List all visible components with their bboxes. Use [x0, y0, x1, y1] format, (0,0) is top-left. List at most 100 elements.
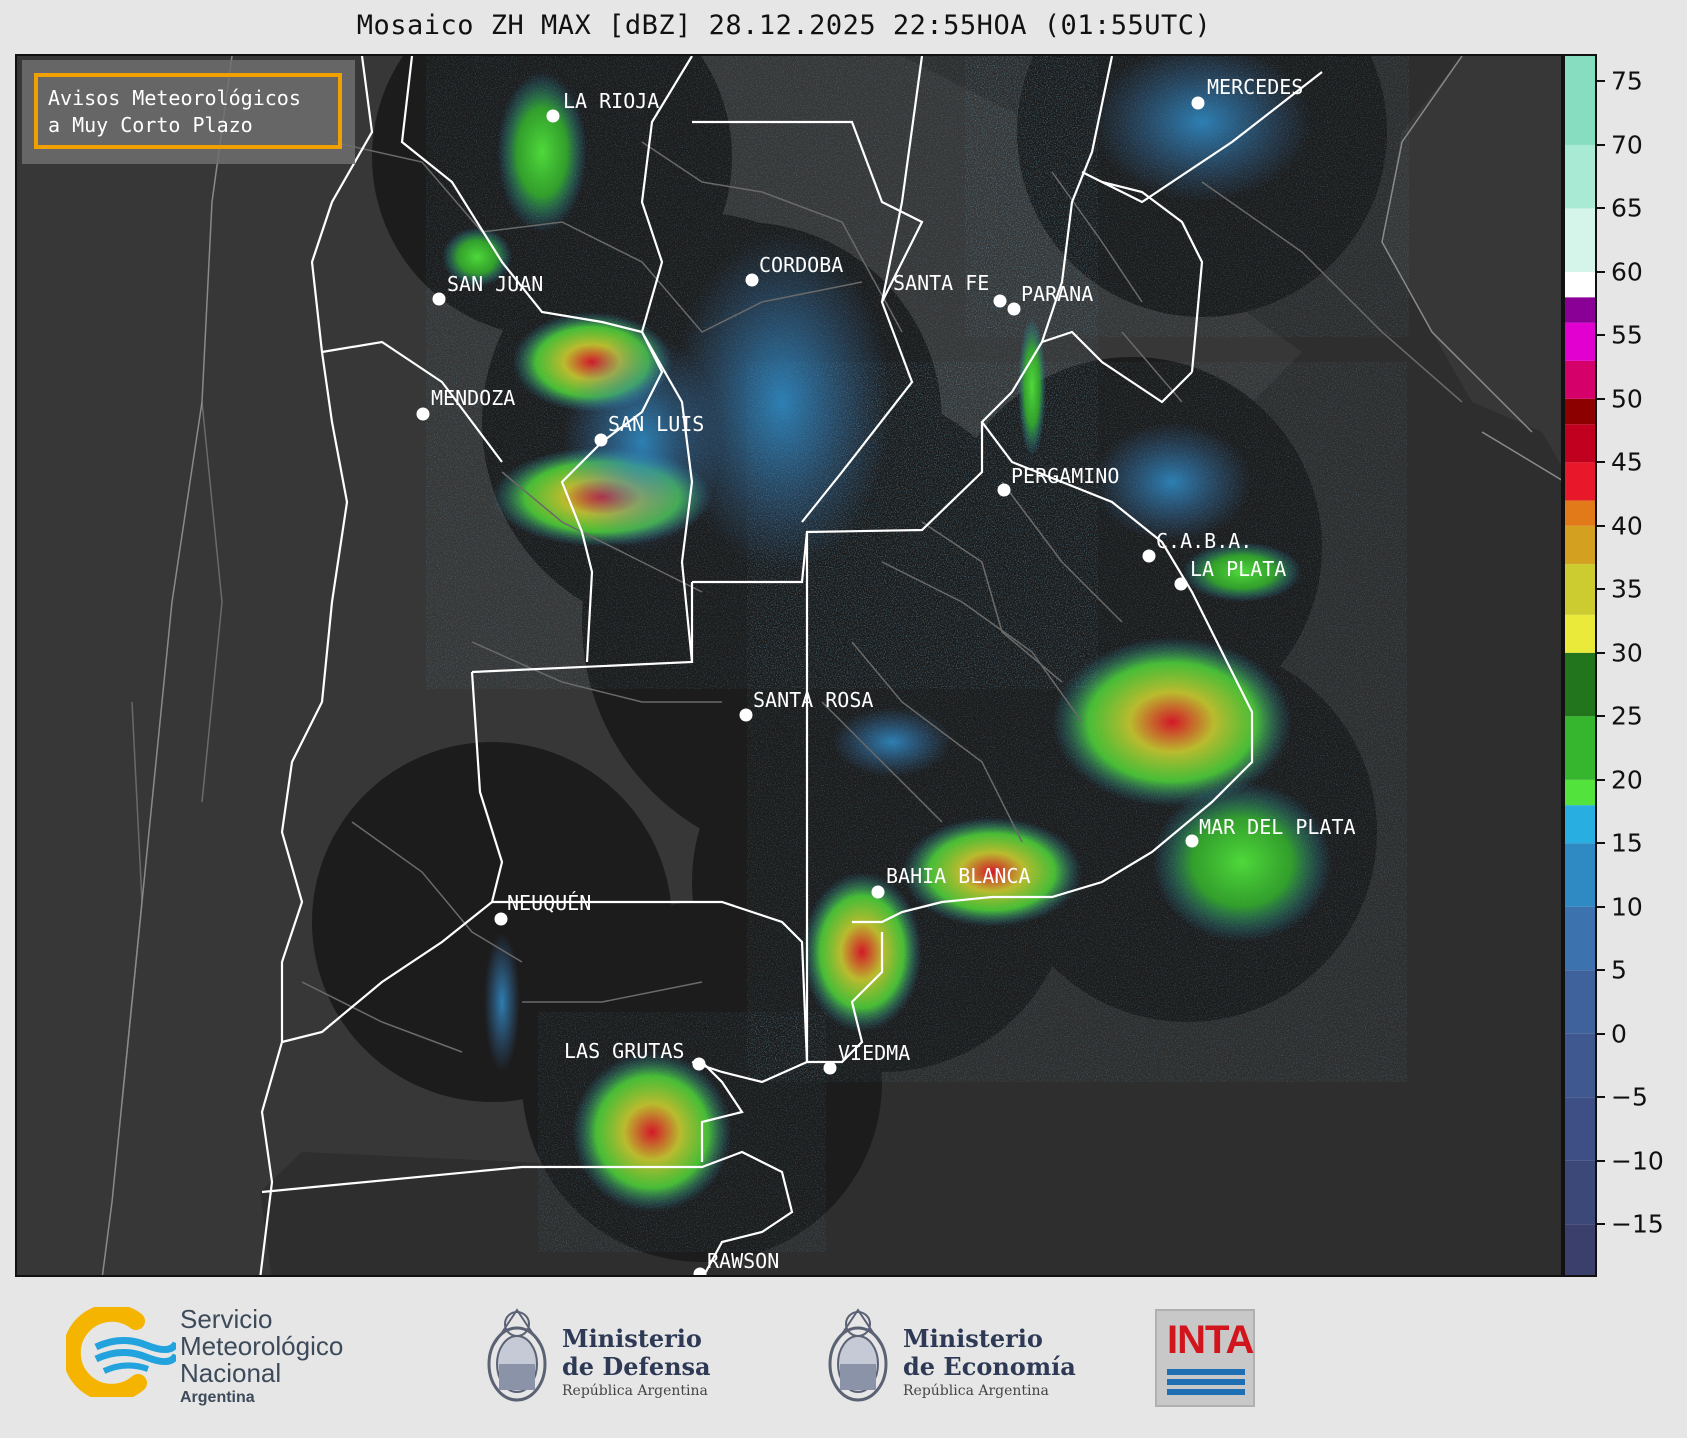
colorbar-tick-label: −10	[1611, 1146, 1664, 1176]
colorbar-segment	[1565, 525, 1595, 564]
colorbar-tick-label: 70	[1611, 130, 1643, 160]
colorbar-segment	[1565, 843, 1595, 907]
radar-map-canvas: LA RIOJA SAN JUAN CORDOBA MENDOZA SAN LU…	[17, 56, 1561, 1277]
warning-badge: Avisos Meteorológicos a Muy Corto Plazo	[34, 73, 342, 149]
defensa-sub: República Argentina	[562, 1383, 708, 1399]
city-label: VIEDMA	[838, 1041, 910, 1065]
city-label: MENDOZA	[431, 386, 515, 410]
coat-of-arms-icon	[487, 1308, 547, 1402]
colorbar-segment	[1565, 271, 1595, 298]
colorbar-tick-label: 40	[1611, 511, 1643, 541]
city-label: RAWSON	[707, 1249, 779, 1273]
map-title: Mosaico ZH MAX [dBZ] 28.12.2025 22:55HOA…	[356, 10, 1212, 41]
colorbar-tick-label: −5	[1611, 1082, 1648, 1112]
colorbar-segment	[1565, 779, 1595, 806]
inta-stripes-icon	[1167, 1369, 1245, 1395]
colorbar-segment	[1565, 970, 1595, 1034]
colorbar-tick-mark	[1597, 143, 1605, 146]
colorbar-segment	[1565, 716, 1595, 780]
smn-country: Argentina	[180, 1389, 255, 1406]
city-label: C.A.B.A.	[1156, 529, 1252, 553]
colorbar	[1563, 54, 1597, 1277]
city-label: SAN JUAN	[447, 272, 543, 296]
badge-line-1: Avisos Meteorológicos	[48, 86, 301, 110]
defensa-line-1: Ministerio	[562, 1324, 702, 1353]
badge-line-2: a Muy Corto Plazo	[48, 113, 253, 137]
coat-of-arms-icon	[828, 1308, 888, 1402]
colorbar-segment	[1565, 360, 1595, 399]
colorbar-tick-label: 25	[1611, 701, 1643, 731]
colorbar-segment	[1565, 144, 1595, 209]
economia-line-1: Ministerio	[903, 1324, 1043, 1353]
economia-sub: República Argentina	[903, 1383, 1049, 1399]
colorbar-segment	[1565, 322, 1595, 361]
colorbar-segment	[1565, 906, 1595, 971]
city-label: LA RIOJA	[563, 89, 659, 113]
colorbar-segment	[1565, 424, 1595, 463]
colorbar-tick-label: 30	[1611, 638, 1643, 668]
colorbar-tick-mark	[1597, 778, 1605, 781]
city-label: SANTA ROSA	[753, 688, 873, 712]
city-label: PARANA	[1021, 282, 1093, 306]
smn-logo-text: Servicio Meteorológico Nacional Argentin…	[180, 1306, 343, 1407]
smn-line-3: Nacional	[180, 1358, 282, 1388]
colorbar-tick-label: 55	[1611, 320, 1643, 350]
colorbar-tick-label: 75	[1611, 66, 1643, 96]
colorbar-tick-label: 35	[1611, 574, 1643, 604]
colorbar-tick-mark	[1597, 842, 1605, 845]
inta-logo: INTA	[1155, 1309, 1255, 1407]
colorbar-tick-mark	[1597, 651, 1605, 654]
city-label: PERGAMINO	[1011, 464, 1119, 488]
colorbar-tick-label: 10	[1611, 892, 1643, 922]
smn-line-1: Servicio	[180, 1304, 273, 1334]
city-label: MAR DEL PLATA	[1199, 815, 1356, 839]
colorbar-tick-mark	[1597, 270, 1605, 273]
defensa-line-2: de Defensa	[562, 1352, 711, 1381]
colorbar-tick-mark	[1597, 1032, 1605, 1035]
city-label: LA PLATA	[1190, 557, 1286, 581]
colorbar-tick-mark	[1597, 80, 1605, 83]
colorbar-segment	[1565, 500, 1595, 526]
economia-logo-text: Ministerio de Economía República Argenti…	[903, 1324, 1076, 1400]
city-label: NEUQUÉN	[507, 891, 591, 915]
colorbar-segment	[1565, 1160, 1595, 1225]
colorbar-tick-mark	[1597, 969, 1605, 972]
colorbar-tick-label: 5	[1611, 955, 1627, 985]
colorbar-segment	[1565, 398, 1595, 425]
colorbar-tick-mark	[1597, 905, 1605, 908]
colorbar-tick-mark	[1597, 715, 1605, 718]
colorbar-segment	[1565, 652, 1595, 717]
smn-logo-icon	[66, 1307, 176, 1397]
colorbar-tick-mark	[1597, 334, 1605, 337]
smn-line-2: Meteorológico	[180, 1331, 344, 1361]
colorbar-tick-label: 15	[1611, 828, 1643, 858]
city-label: MERCEDES	[1207, 75, 1303, 99]
colorbar-segment	[1565, 56, 1595, 145]
inta-logo-text: INTA	[1167, 1318, 1254, 1362]
city-label: SANTA FE	[893, 271, 989, 295]
colorbar-tick-label: 20	[1611, 765, 1643, 795]
city-label: BAHIA BLANCA	[886, 864, 1031, 888]
colorbar-tick-label: 50	[1611, 384, 1643, 414]
colorbar-tick-label: −15	[1611, 1209, 1664, 1239]
radar-map[interactable]: LA RIOJA SAN JUAN CORDOBA MENDOZA SAN LU…	[15, 54, 1563, 1277]
colorbar-tick-mark	[1597, 461, 1605, 464]
city-label: LAS GRUTAS	[564, 1039, 684, 1063]
colorbar-segment	[1565, 805, 1595, 844]
colorbar-segment	[1565, 1224, 1595, 1275]
colorbar-tick-mark	[1597, 524, 1605, 527]
city-rawson[interactable]: RAWSON	[693, 1249, 780, 1277]
colorbar-segment	[1565, 297, 1595, 323]
city-label: SAN LUIS	[608, 412, 704, 436]
colorbar-tick-mark	[1597, 1159, 1605, 1162]
colorbar-tick-mark	[1597, 207, 1605, 210]
defensa-logo-text: Ministerio de Defensa República Argentin…	[562, 1324, 711, 1400]
city-label: CORDOBA	[759, 253, 843, 277]
colorbar-tick-label: 0	[1611, 1019, 1627, 1049]
economia-line-2: de Economía	[903, 1352, 1076, 1381]
colorbar-tick-mark	[1597, 397, 1605, 400]
colorbar-tick-mark	[1597, 1096, 1605, 1099]
colorbar-segment	[1565, 1033, 1595, 1098]
colorbar-segment	[1565, 208, 1595, 272]
colorbar-tick-label: 65	[1611, 193, 1643, 223]
